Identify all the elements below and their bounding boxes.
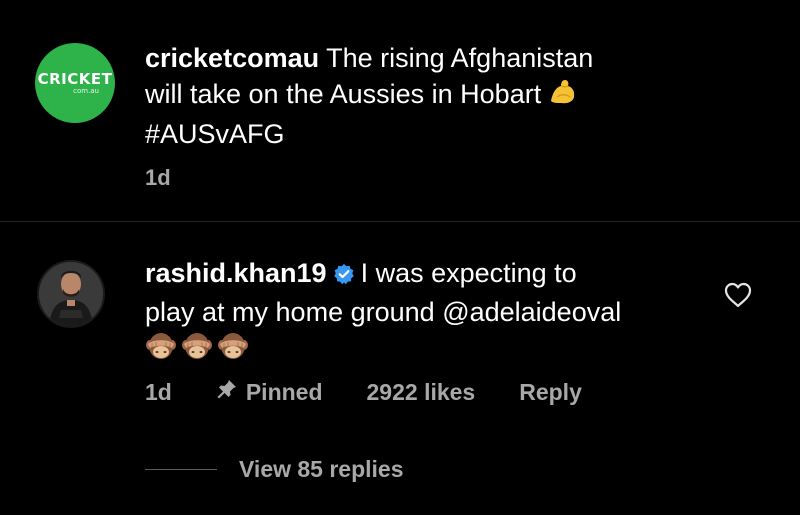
comment-actions: 1d Pinned 2922 likes Reply [145,378,626,406]
person-photo-icon [39,262,103,326]
likes-count[interactable]: 2922 likes [367,379,476,406]
view-replies-label: View 85 replies [239,456,404,482]
comment-username[interactable]: rashid.khan19 [145,258,327,288]
emoji-group [145,331,249,372]
comment-text: rashid.khan19 I was expecting to play at… [145,255,705,372]
pin-icon [216,378,238,406]
hashtag-link[interactable]: #AUSvAFG [145,119,285,149]
post-timestamp: 1d [145,165,171,190]
mention-link[interactable]: @adelaideoval [442,297,621,327]
post-username[interactable]: cricketcomau [145,43,319,73]
pinned-label: Pinned [245,378,323,405]
comment-timestamp: 1d [145,378,172,405]
verified-badge-icon [333,258,355,294]
see-no-evil-monkey-icon [217,331,249,372]
comment-line-1: I was expecting to [360,258,577,288]
view-replies-button[interactable]: View 85 replies [145,456,404,483]
caption-line-1: The rising Afghanistan [326,43,594,73]
flexed-biceps-icon [547,77,577,116]
comment-line-2: play at my home ground [145,297,435,327]
logo-text: CRICKET [37,70,113,88]
see-no-evil-monkey-icon [145,331,177,372]
see-no-evil-monkey-icon [181,331,213,372]
post-caption-block: CRICKET com.au cricketcomau The rising A… [0,0,800,222]
reply-button[interactable]: Reply [519,379,582,406]
caption-line-2: will take on the Aussies in Hobart [145,79,542,109]
heart-icon[interactable] [724,282,752,308]
commenter-avatar[interactable] [37,260,105,328]
pinned-indicator: Pinned [216,378,323,406]
caption-text: cricketcomau The rising Afghanistan will… [145,40,745,152]
replies-divider-line [145,469,217,470]
comment-item: rashid.khan19 I was expecting to play at… [0,222,800,515]
avatar[interactable]: CRICKET com.au [35,43,115,123]
logo-subtext: com.au [73,87,99,95]
